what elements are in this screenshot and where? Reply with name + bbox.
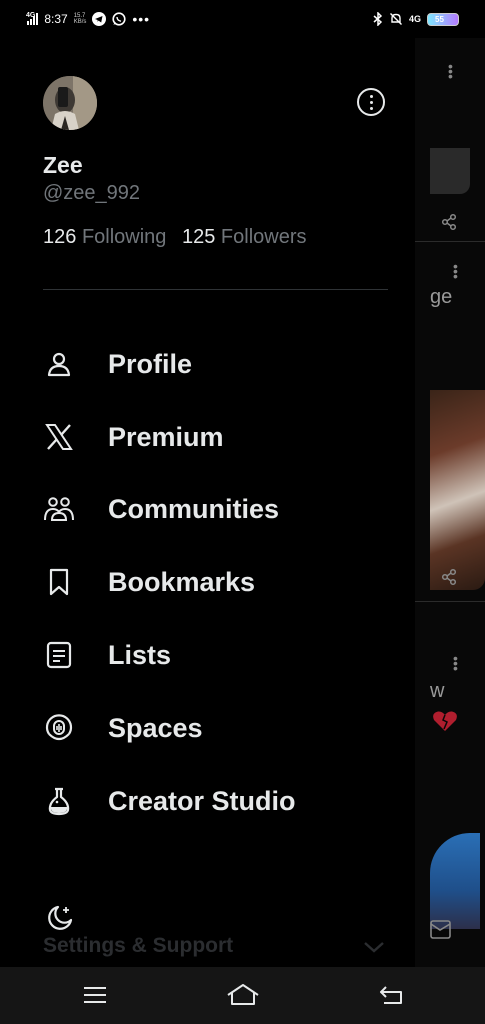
following-link[interactable]: 126 Following xyxy=(43,226,166,248)
followers-link[interactable]: 125 Followers xyxy=(182,226,307,248)
clock: 8:37 xyxy=(44,12,68,26)
share-icon xyxy=(441,568,457,586)
menu-item-lists[interactable]: Lists xyxy=(43,630,383,680)
divider xyxy=(415,241,485,242)
x-logo-icon xyxy=(43,421,75,453)
communities-icon xyxy=(43,493,75,525)
chevron-down-icon[interactable] xyxy=(363,940,385,954)
followers-count: 125 xyxy=(181,226,216,248)
menu-label: Spaces xyxy=(108,712,203,743)
menu-label: Communities xyxy=(108,493,280,524)
menu-label: Creator Studio xyxy=(108,785,296,816)
network-type: 4G xyxy=(26,11,36,19)
overflow-icon: • • • xyxy=(453,258,458,284)
spaces-icon xyxy=(43,712,75,744)
battery-level: 55 xyxy=(435,14,444,24)
menu-item-profile[interactable]: Profile xyxy=(43,339,383,389)
overflow-icon: • • • xyxy=(448,58,453,84)
network-type-right: 4G xyxy=(408,14,421,24)
moon-icon xyxy=(48,905,73,930)
overflow-icon: • • • xyxy=(453,650,458,676)
share-icon xyxy=(441,213,457,231)
menu-item-bookmarks[interactable]: Bookmarks xyxy=(43,557,383,607)
menu-item-premium[interactable]: Premium xyxy=(43,412,383,462)
telegram-icon xyxy=(92,12,107,26)
system-navigation-bar xyxy=(0,967,485,1024)
home-button[interactable] xyxy=(226,981,260,1009)
back-icon xyxy=(380,986,402,1004)
timeline-backdrop[interactable]: • • • ge • • • • • • w xyxy=(415,38,485,968)
menu-item-communities[interactable]: Communities xyxy=(43,484,383,534)
avatar-photo xyxy=(43,76,97,130)
status-bar: 4G 8:37 15.7 KB/s ••• 4G 55 xyxy=(0,0,485,38)
bookmark-icon xyxy=(43,566,75,598)
theme-toggle-button[interactable] xyxy=(43,903,75,935)
flask-icon xyxy=(43,785,75,817)
battery-icon: 55 xyxy=(427,12,459,26)
tweet-image[interactable] xyxy=(430,833,480,929)
menu-label: Profile xyxy=(108,348,193,379)
follow-stats: 126 Following 125 Followers xyxy=(43,226,307,249)
menu-label: Bookmarks xyxy=(108,566,256,597)
messages-icon xyxy=(430,920,451,939)
account-options-button[interactable] xyxy=(357,88,385,116)
net-speed: 15.7 KB/s xyxy=(74,13,87,25)
menu-label: Lists xyxy=(108,639,172,670)
backdrop-card xyxy=(430,148,470,194)
mute-bell-icon xyxy=(389,13,402,25)
following-count: 126 xyxy=(43,226,77,248)
profile-name[interactable]: Zee xyxy=(43,152,83,179)
tweet-image[interactable] xyxy=(430,390,485,590)
speed-unit: KB/s xyxy=(73,19,87,25)
menu-item-spaces[interactable]: Spaces xyxy=(43,703,383,753)
back-button[interactable] xyxy=(376,981,406,1009)
menu-lines-icon xyxy=(84,987,106,1003)
recent-apps-button[interactable] xyxy=(80,981,110,1009)
divider xyxy=(415,601,485,602)
status-right: 4G 55 xyxy=(373,12,459,26)
divider xyxy=(43,289,388,290)
bluetooth-icon xyxy=(373,12,383,26)
following-label: Following xyxy=(81,226,167,248)
home-icon xyxy=(227,984,259,1005)
person-icon xyxy=(43,348,75,380)
status-left: 4G 8:37 15.7 KB/s ••• xyxy=(26,11,150,27)
menu-label: Premium xyxy=(108,421,224,452)
avatar[interactable] xyxy=(43,76,97,130)
whatsapp-icon xyxy=(112,12,126,26)
backdrop-text: ge xyxy=(430,286,453,308)
broken-heart-icon xyxy=(433,711,457,731)
menu-item-creator-studio[interactable]: Creator Studio xyxy=(43,776,383,826)
navigation-drawer: Zee @zee_992 126 Following 125 Followers… xyxy=(0,38,415,967)
backdrop-text: w xyxy=(430,680,445,702)
settings-support-section[interactable]: Settings & Support xyxy=(43,934,233,958)
more-notifications-icon: ••• xyxy=(132,11,151,27)
profile-handle: @zee_992 xyxy=(43,182,141,204)
followers-label: Followers xyxy=(220,226,307,248)
list-icon xyxy=(43,639,75,671)
